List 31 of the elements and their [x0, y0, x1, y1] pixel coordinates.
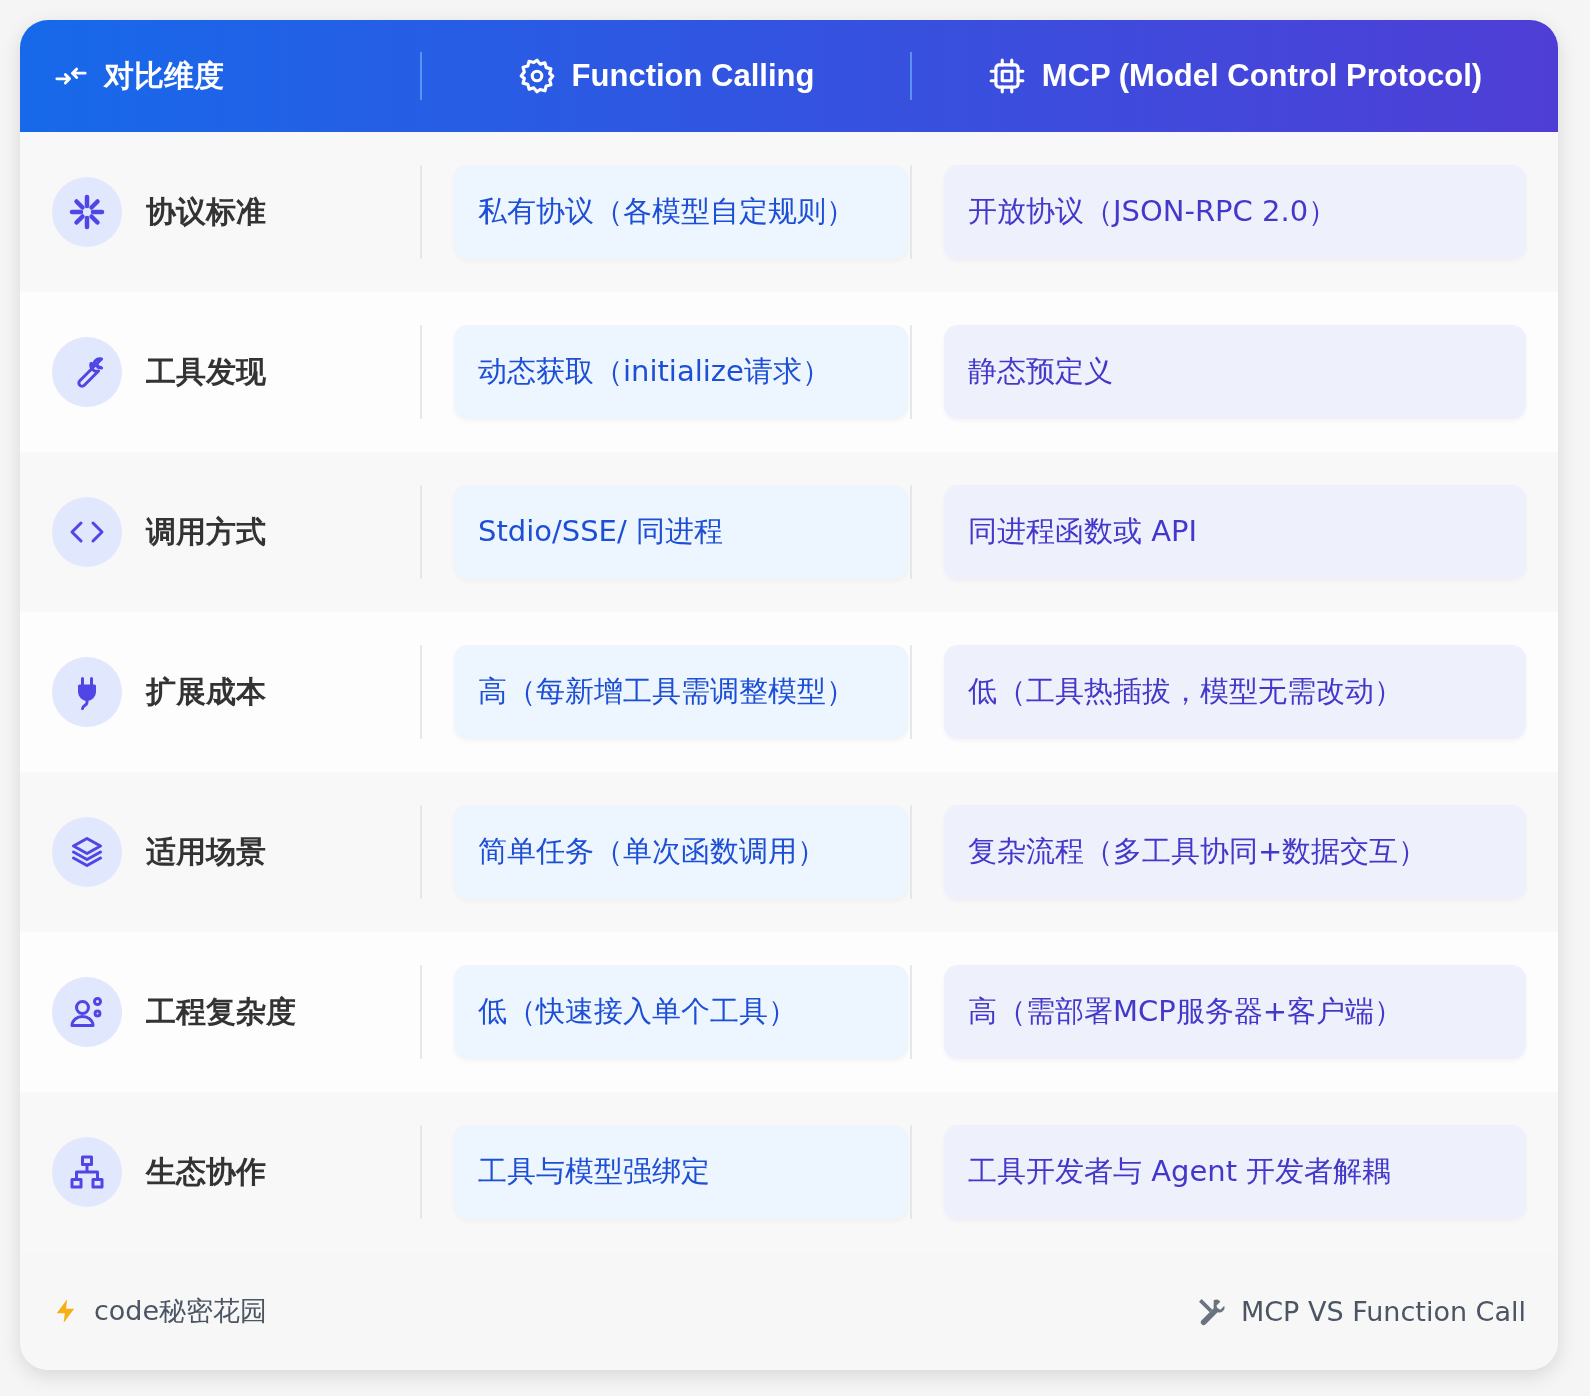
dimension-label: 工具发现 — [146, 352, 266, 391]
asterisk-icon — [69, 194, 105, 230]
table-cell: 工具与模型强绑定 — [454, 1125, 908, 1219]
column-header: MCP (Model Control Protocol) — [1041, 58, 1483, 94]
table-cell: 低（快速接入单个工具） — [454, 965, 908, 1059]
dimension-label: 扩展成本 — [146, 672, 266, 711]
dimension-label: 适用场景 — [146, 832, 266, 871]
table-cell: 复杂流程（多工具协同+数据交互） — [944, 805, 1526, 899]
table-cell: Stdio/SSE/ 同进程 — [454, 485, 908, 579]
table-cell: 同进程函数或 API — [944, 485, 1526, 579]
settings-icon — [517, 57, 556, 95]
table-cell: 静态预定义 — [944, 325, 1526, 419]
table-cell: 开放协议（JSON-RPC 2.0） — [944, 165, 1526, 259]
network-icon — [69, 1154, 105, 1190]
table-cell: 高（需部署MCP服务器+客户端） — [944, 965, 1526, 1059]
table-cell: 动态获取（initialize请求） — [454, 325, 908, 419]
layers-icon — [69, 834, 105, 870]
table-cell: 低（工具热插拔，模型无需改动） — [944, 645, 1526, 739]
table-cell: 私有协议（各模型自定规则） — [454, 165, 908, 259]
table-cell: 工具开发者与 Agent 开发者解耦 — [944, 1125, 1526, 1219]
caption-label: MCP VS Function Call — [1240, 1295, 1526, 1327]
brand-label: code秘密花园 — [94, 1294, 268, 1328]
chip-icon — [987, 57, 1026, 95]
dimension-label: 协议标准 — [146, 192, 266, 231]
dimension-label: 生态协作 — [146, 1152, 266, 1191]
table-cell: 简单任务（单次函数调用） — [454, 805, 908, 899]
column-header: 对比维度 — [104, 56, 224, 95]
column-header: Function Calling — [571, 58, 815, 94]
dimension-label: 调用方式 — [146, 512, 266, 551]
dimension-label: 工程复杂度 — [146, 992, 296, 1031]
table-cell: 高（每新增工具需调整模型） — [454, 645, 908, 739]
